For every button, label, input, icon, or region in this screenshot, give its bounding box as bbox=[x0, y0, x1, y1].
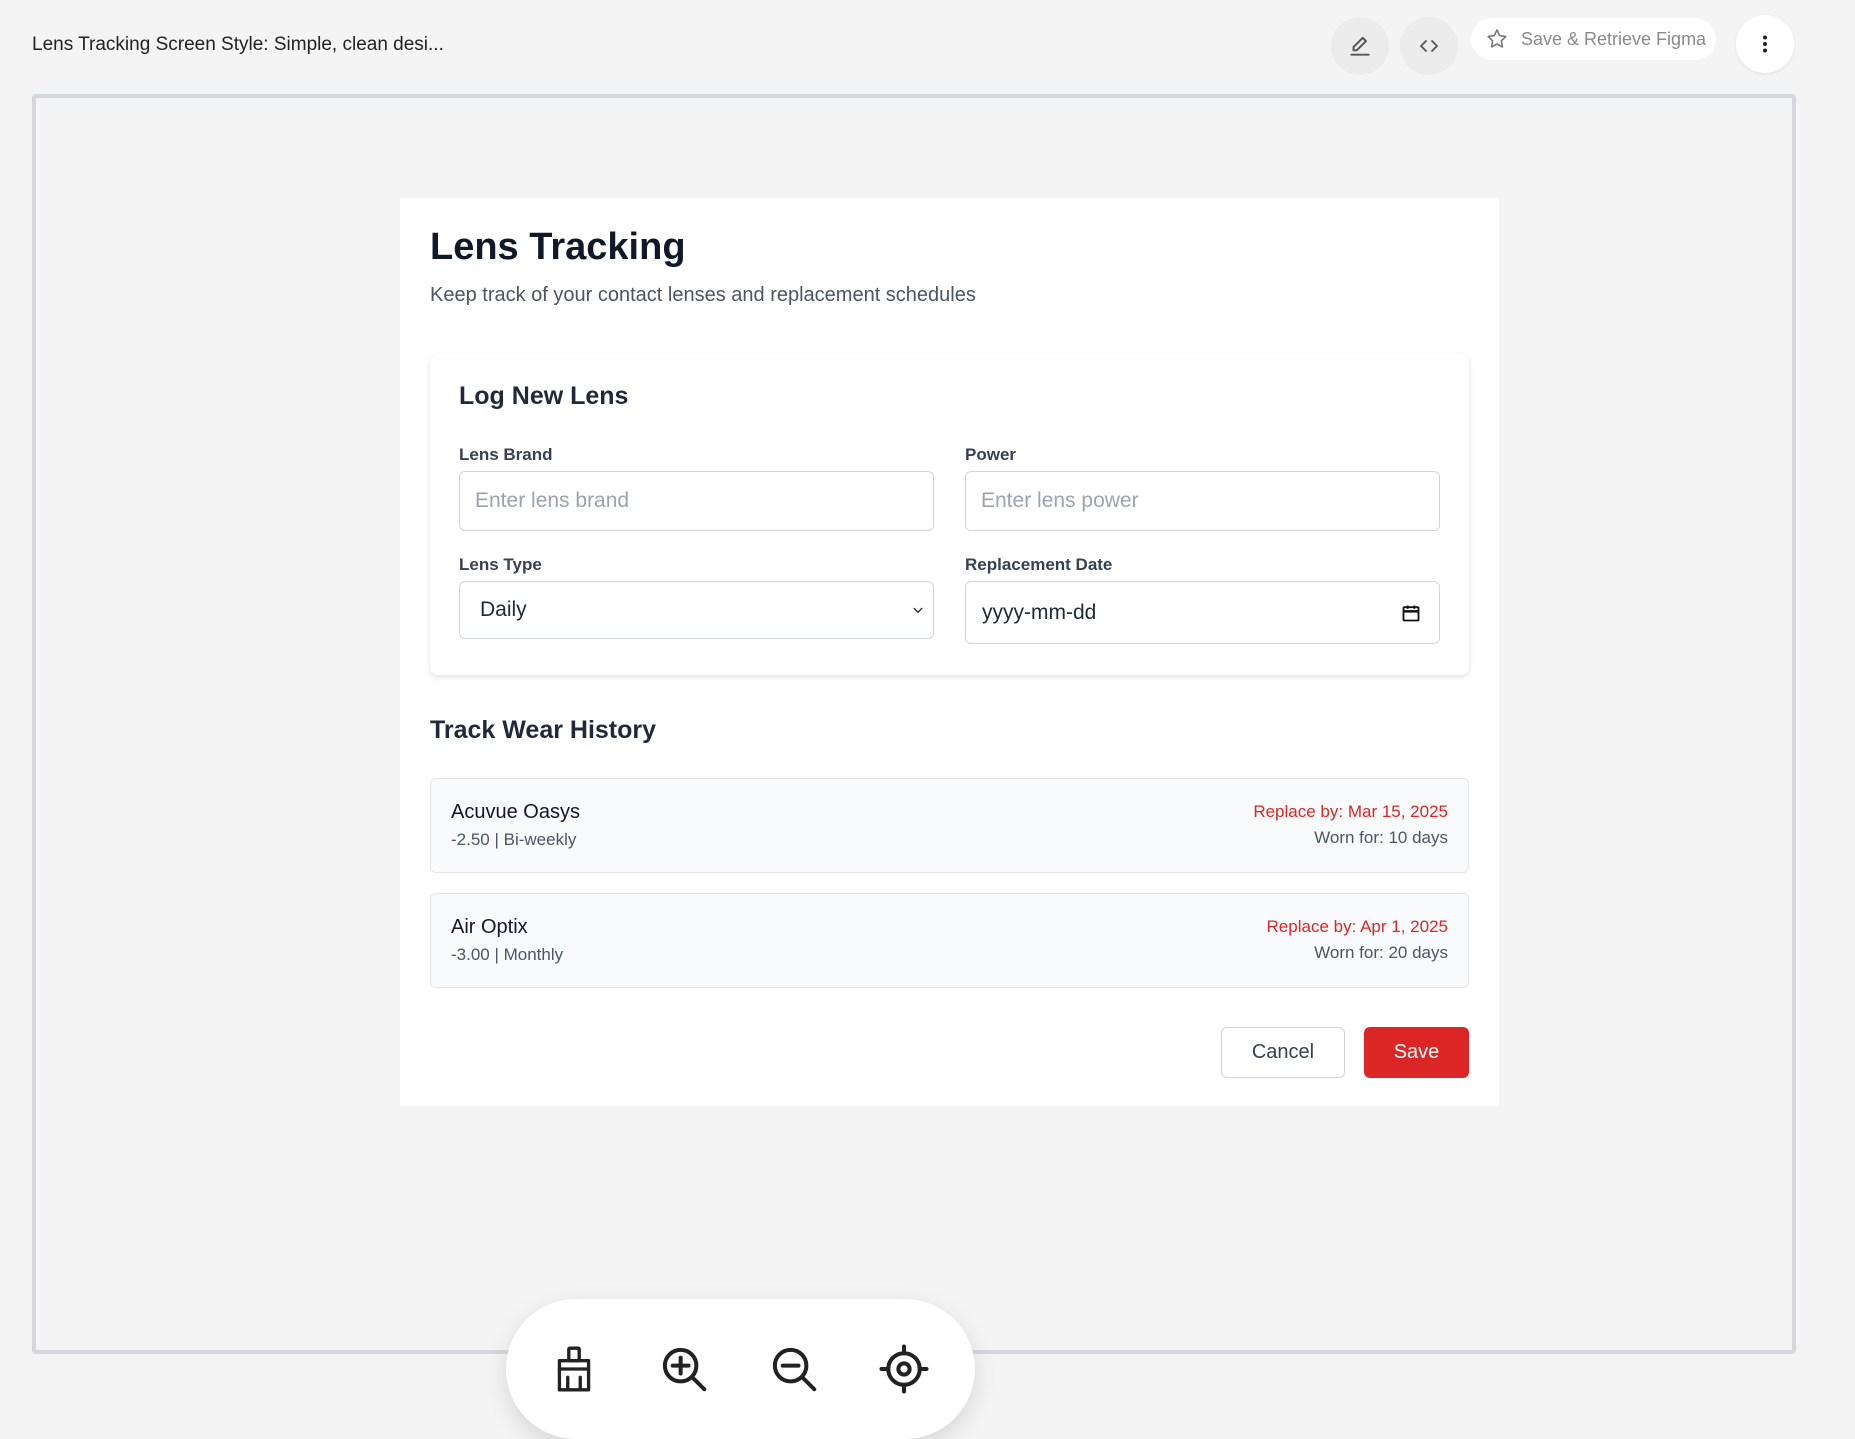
save-button[interactable]: Save bbox=[1364, 1027, 1469, 1078]
code-button[interactable] bbox=[1400, 17, 1458, 75]
lens-type-label: Lens Type bbox=[459, 555, 542, 574]
preview-frame: Lens Tracking Keep track of your contact… bbox=[32, 94, 1796, 1439]
date-placeholder: yyyy-mm-dd bbox=[982, 600, 1097, 624]
clear-canvas-button[interactable] bbox=[544, 1339, 604, 1399]
lens-name: Air Optix bbox=[451, 916, 528, 938]
replace-by-date: Replace by: Mar 15, 2025 bbox=[1253, 802, 1448, 821]
replace-by-date: Replace by: Apr 1, 2025 bbox=[1266, 917, 1448, 936]
lens-brand-label: Lens Brand bbox=[459, 445, 553, 464]
lens-type-select[interactable]: Daily bbox=[459, 581, 934, 639]
zoom-toolbar bbox=[506, 1299, 975, 1439]
target-icon bbox=[879, 1344, 929, 1394]
zoom-in-icon bbox=[662, 1347, 707, 1392]
save-retrieve-figma-button[interactable]: Save & Retrieve Figma bbox=[1471, 18, 1716, 60]
lens-brand-input[interactable] bbox=[459, 471, 934, 531]
broom-icon bbox=[557, 1346, 591, 1392]
lens-type-value: Daily bbox=[480, 598, 527, 621]
worn-for-days: Worn for: 10 days bbox=[1314, 828, 1448, 847]
cancel-button[interactable]: Cancel bbox=[1221, 1027, 1345, 1078]
lens-meta: -2.50 | Bi-weekly bbox=[451, 830, 577, 849]
replacement-date-label: Replacement Date bbox=[965, 555, 1113, 574]
calendar-icon[interactable] bbox=[1401, 603, 1421, 623]
replacement-date-input[interactable]: yyyy-mm-dd bbox=[965, 581, 1440, 644]
top-bar: Lens Tracking Screen Style: Simple, clea… bbox=[0, 0, 1855, 94]
zoom-out-icon bbox=[772, 1347, 817, 1392]
document-title: Lens Tracking Screen Style: Simple, clea… bbox=[32, 34, 444, 55]
zoom-in-button[interactable] bbox=[654, 1339, 714, 1399]
power-label: Power bbox=[965, 445, 1017, 464]
zoom-out-button[interactable] bbox=[764, 1339, 824, 1399]
more-options-button[interactable] bbox=[1736, 15, 1794, 73]
power-input[interactable] bbox=[965, 471, 1440, 531]
recenter-button[interactable] bbox=[874, 1339, 934, 1399]
page-subtitle: Keep track of your contact lenses and re… bbox=[430, 284, 976, 306]
lens-tracking-screen: Lens Tracking Keep track of your contact… bbox=[400, 198, 1499, 1106]
code-icon bbox=[1420, 40, 1438, 52]
history-item[interactable]: Acuvue Oasys -2.50 | Bi-weekly Replace b… bbox=[430, 778, 1469, 873]
log-new-lens-card: Log New Lens Lens Brand Power Lens Type … bbox=[430, 354, 1469, 675]
history-item[interactable]: Air Optix -3.00 | Monthly Replace by: Ap… bbox=[430, 893, 1469, 988]
chevron-down-icon bbox=[913, 607, 923, 613]
save-figma-label: Save & Retrieve Figma bbox=[1521, 28, 1707, 49]
pencil-icon bbox=[1350, 36, 1370, 56]
worn-for-days: Worn for: 20 days bbox=[1314, 943, 1448, 962]
edit-button[interactable] bbox=[1331, 17, 1389, 75]
more-vertical-icon bbox=[1763, 35, 1767, 53]
lens-name: Acuvue Oasys bbox=[451, 801, 580, 823]
page-title: Lens Tracking bbox=[430, 226, 686, 268]
log-new-lens-title: Log New Lens bbox=[459, 382, 629, 410]
lens-meta: -3.00 | Monthly bbox=[451, 945, 564, 964]
star-icon bbox=[1487, 29, 1507, 48]
track-wear-history-title: Track Wear History bbox=[430, 716, 657, 744]
